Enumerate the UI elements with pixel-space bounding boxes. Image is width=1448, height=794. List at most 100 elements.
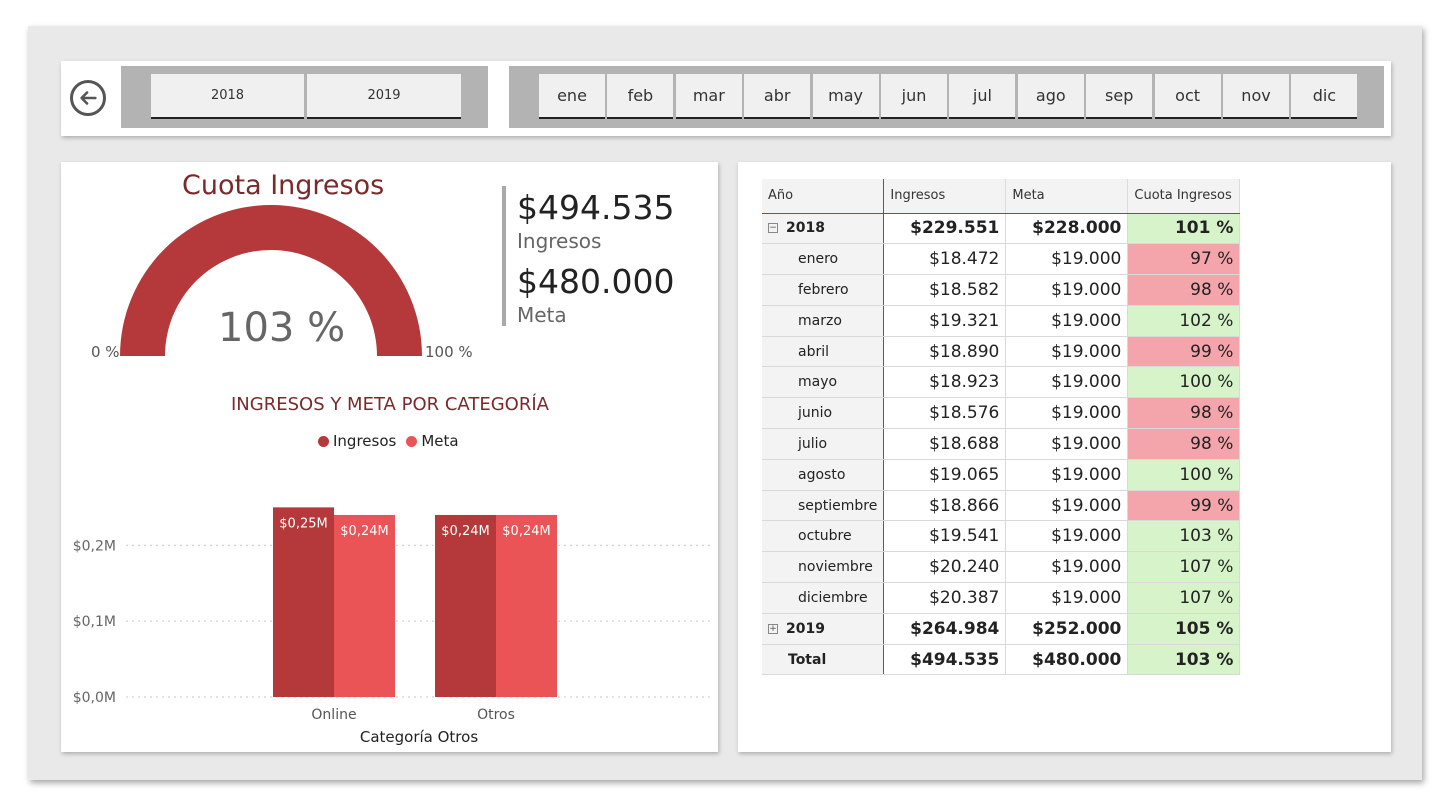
row-name: enero	[798, 251, 839, 268]
gauge-min-label: 0 %	[91, 343, 120, 361]
row-label[interactable]: −2018	[762, 213, 885, 245]
cell-meta: $19.000	[1005, 305, 1129, 337]
data-label: $0,25M	[279, 516, 327, 531]
cell-ingresos: $264.984	[883, 613, 1007, 645]
header-ano[interactable]: Año	[762, 179, 885, 214]
month-button-nov[interactable]: nov	[1223, 74, 1289, 119]
header-ingresos[interactable]: Ingresos	[883, 179, 1007, 214]
matrix-row-agosto: agosto $19.065 $19.000 100 %	[762, 459, 1241, 491]
row-name: noviembre	[798, 559, 873, 576]
row-label: febrero	[762, 274, 885, 306]
kpi-meta-value: $480.000	[517, 262, 675, 301]
cell-meta: $252.000	[1005, 613, 1129, 645]
bar-meta-otros[interactable]	[496, 514, 557, 697]
kpi-meta-label: Meta	[517, 303, 567, 327]
cell-meta: $19.000	[1005, 428, 1129, 460]
matrix-row-marzo: marzo $19.321 $19.000 102 %	[762, 305, 1241, 337]
cell-meta: $19.000	[1005, 274, 1129, 306]
row-label: junio	[762, 397, 885, 430]
row-label: abril	[762, 336, 885, 368]
row-label: enero	[762, 243, 885, 276]
matrix-row-noviembre: noviembre $20.240 $19.000 107 %	[762, 551, 1241, 584]
row-label: agosto	[762, 459, 885, 491]
x-tick-label: Otros	[477, 707, 515, 723]
cell-cuota: 107 %	[1127, 551, 1241, 584]
collapse-icon[interactable]: −	[768, 223, 778, 234]
month-button-dic[interactable]: dic	[1291, 74, 1358, 119]
y-tick-label: $0,2M	[73, 538, 116, 554]
row-label: octubre	[762, 520, 885, 553]
row-name: 2019	[786, 620, 825, 637]
bar-meta-online[interactable]	[334, 514, 395, 697]
matrix-row-total: Total $494.535 $480.000 103 %	[762, 644, 1241, 676]
gauge-title: Cuota Ingresos	[182, 170, 385, 201]
cell-meta: $19.000	[1005, 243, 1129, 276]
year-button-2019[interactable]: 2019	[307, 74, 461, 119]
cell-meta: $19.000	[1005, 551, 1129, 584]
month-button-oct[interactable]: oct	[1154, 74, 1221, 119]
gauge-max-label: 100 %	[425, 343, 473, 361]
cell-cuota: 102 %	[1127, 305, 1241, 337]
legend-meta-label: Meta	[421, 432, 459, 450]
x-tick-label: Online	[311, 707, 356, 723]
kpi-ingresos-label: Ingresos	[517, 229, 602, 253]
cell-cuota: 100 %	[1127, 366, 1241, 399]
month-button-feb[interactable]: feb	[607, 74, 674, 119]
cell-ingresos: $229.551	[883, 213, 1007, 245]
kpi-divider	[502, 186, 506, 326]
kpi-ingresos-value: $494.535	[517, 188, 675, 227]
legend-ingresos-label: Ingresos	[333, 432, 397, 450]
row-name: 2018	[786, 220, 825, 237]
matrix-row-febrero: febrero $18.582 $19.000 98 %	[762, 274, 1241, 306]
cell-cuota: 98 %	[1127, 397, 1241, 430]
row-name: julio	[798, 435, 828, 452]
back-button[interactable]	[70, 80, 106, 116]
header-cuota[interactable]: Cuota Ingresos	[1127, 179, 1241, 214]
legend-meta-marker	[406, 435, 418, 447]
month-button-jun[interactable]: jun	[881, 74, 947, 119]
cell-meta: $19.000	[1005, 397, 1129, 430]
cell-cuota: 100 %	[1127, 459, 1241, 491]
month-button-may[interactable]: may	[812, 74, 879, 119]
row-label[interactable]: +2019	[762, 613, 885, 645]
header-meta[interactable]: Meta	[1005, 179, 1129, 214]
cell-cuota: 97 %	[1127, 243, 1241, 276]
row-name: agosto	[798, 466, 846, 483]
cell-ingresos: $19.541	[883, 520, 1007, 553]
month-button-mar[interactable]: mar	[675, 74, 742, 119]
row-label: marzo	[762, 305, 885, 337]
cell-ingresos: $18.890	[883, 336, 1007, 368]
cell-meta: $19.000	[1005, 490, 1129, 522]
row-name: mayo	[798, 374, 838, 391]
matrix-row-septiembre: septiembre $18.866 $19.000 99 %	[762, 490, 1241, 522]
cell-cuota: 103 %	[1127, 644, 1241, 676]
month-button-ene[interactable]: ene	[539, 74, 605, 119]
chart-legend[interactable]: Ingresos Meta	[318, 432, 459, 450]
back-arrow-icon	[80, 91, 97, 105]
y-tick-label: $0,1M	[73, 614, 116, 630]
matrix-row-2018: −2018 $229.551 $228.000 101 %	[762, 213, 1241, 245]
cell-cuota: 99 %	[1127, 336, 1241, 368]
month-button-sep[interactable]: sep	[1086, 74, 1153, 119]
month-button-abr[interactable]: abr	[744, 74, 811, 119]
chart-title: INGRESOS Y META POR CATEGORÍA	[231, 394, 549, 415]
expand-icon[interactable]: +	[768, 623, 778, 634]
cell-ingresos: $20.387	[883, 582, 1007, 614]
bar-ingresos-otros[interactable]	[435, 514, 496, 697]
cell-cuota: 101 %	[1127, 213, 1241, 245]
month-button-ago[interactable]: ago	[1017, 74, 1084, 119]
cell-meta: $19.000	[1005, 336, 1129, 368]
cell-ingresos: $19.065	[883, 459, 1007, 491]
bar-ingresos-online[interactable]	[273, 507, 334, 697]
cell-ingresos: $18.688	[883, 428, 1007, 460]
matrix-row-abril: abril $18.890 $19.000 99 %	[762, 336, 1241, 368]
month-button-jul[interactable]: jul	[949, 74, 1016, 119]
cell-cuota: 103 %	[1127, 520, 1241, 553]
row-label: noviembre	[762, 551, 885, 584]
cell-meta: $19.000	[1005, 459, 1129, 491]
matrix-header-row: Año Ingresos Meta Cuota Ingresos	[762, 179, 1241, 214]
matrix-row-julio: julio $18.688 $19.000 98 %	[762, 428, 1241, 460]
row-name: febrero	[798, 281, 849, 298]
data-label: $0,24M	[340, 524, 388, 539]
year-button-2018[interactable]: 2018	[151, 74, 304, 119]
